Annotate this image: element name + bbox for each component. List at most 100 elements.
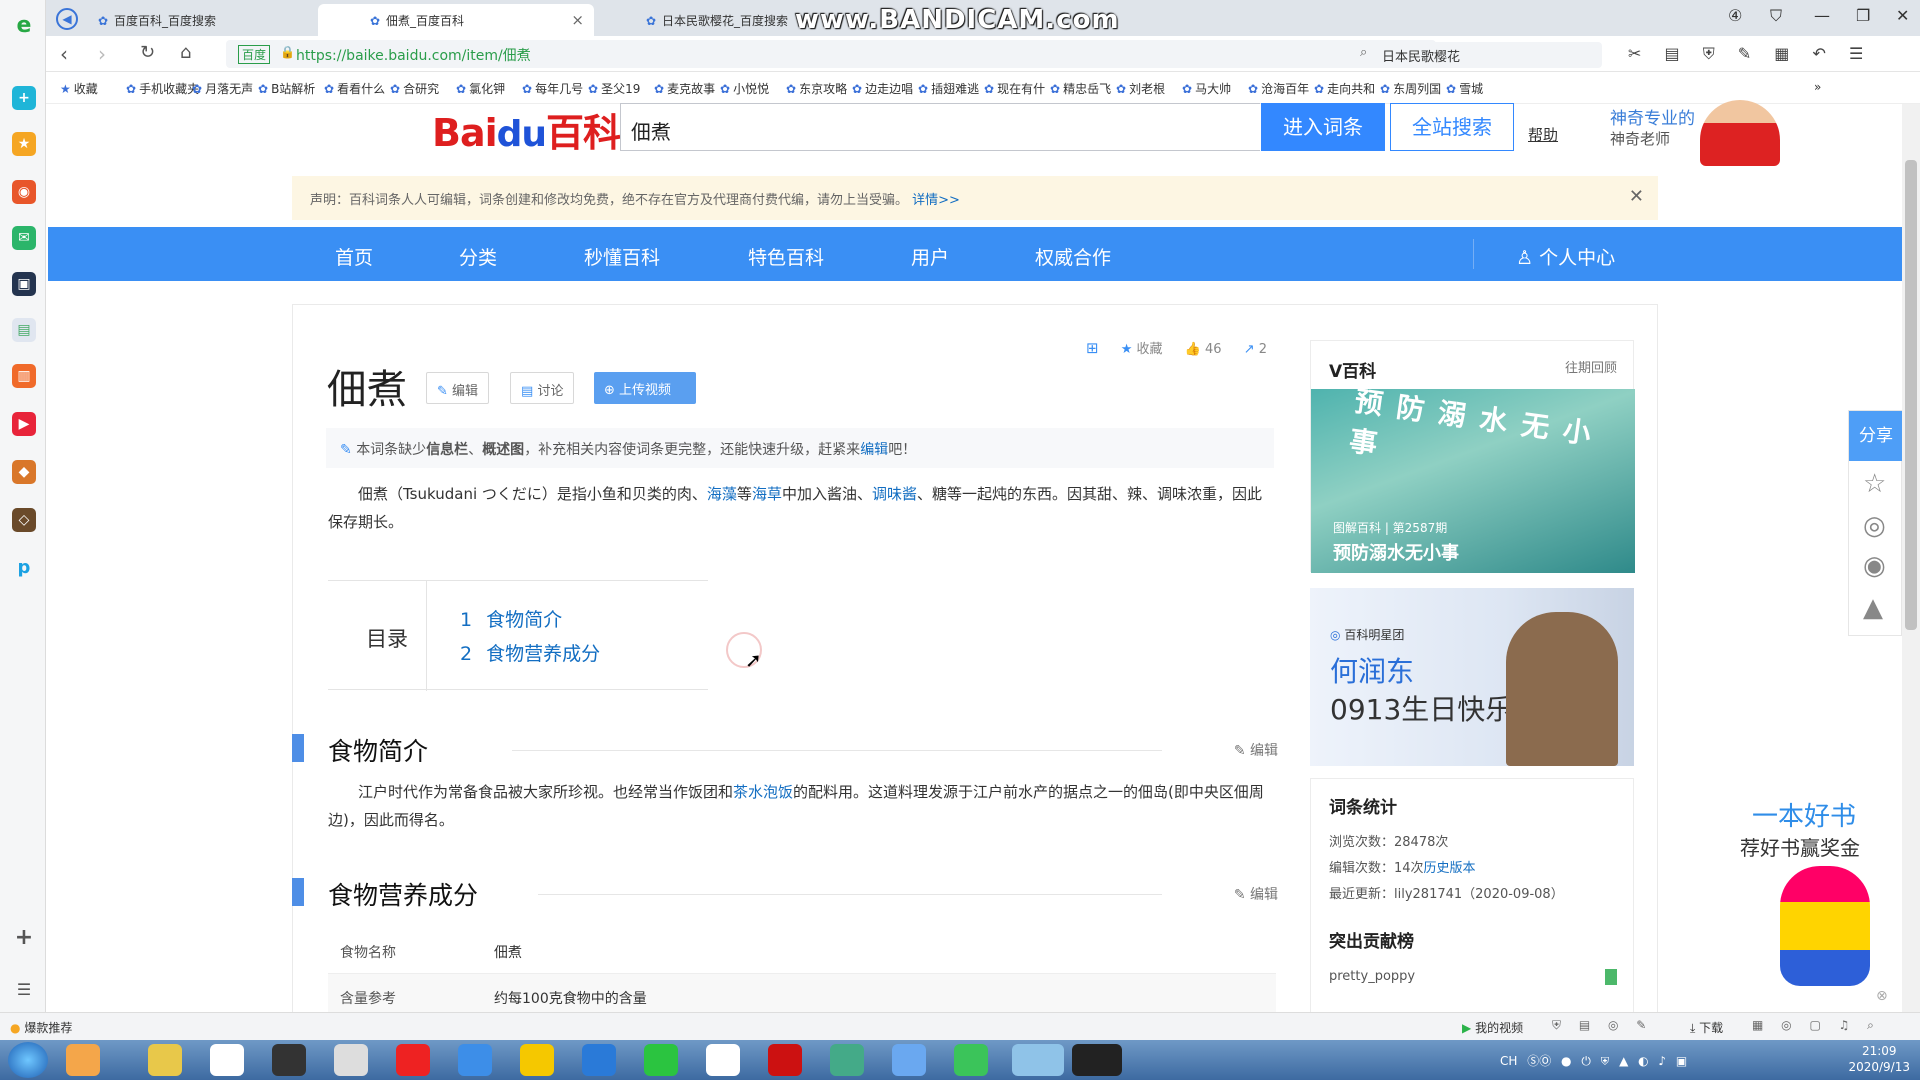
section-edit-button[interactable]: ✎ 编辑 [1234, 884, 1278, 904]
close-icon[interactable]: ✕ [1629, 186, 1644, 207]
player-icon[interactable] [520, 1044, 554, 1076]
share-toggle[interactable]: 分享 [1849, 411, 1903, 461]
file-explorer-icon[interactable] [148, 1044, 182, 1076]
enter-entry-button[interactable]: 进入词条 [1261, 103, 1385, 151]
forward-icon[interactable]: › [98, 42, 106, 66]
youku-icon[interactable] [706, 1044, 740, 1076]
contributor-link[interactable]: pretty_poppy [1329, 969, 1415, 984]
alien-icon[interactable] [334, 1044, 368, 1076]
collect-button[interactable]: ★ 收藏 [1121, 342, 1163, 357]
toc-item-intro[interactable]: 1 食物简介 [460, 605, 562, 632]
bookmark-item[interactable]: ✿ 手机收藏夹 [126, 80, 199, 97]
bandicam-icon[interactable] [1072, 1044, 1122, 1076]
refresh-icon[interactable]: ↻ [140, 42, 155, 63]
star-icon[interactable]: ☆ [1863, 469, 1886, 499]
system-tray-icons[interactable]: CH ⓈⓄ ● ⏻ ⛨ ▲ ◐ ♪ ▣ [1500, 1052, 1687, 1069]
link-sauce[interactable]: 调味酱 [872, 485, 917, 503]
netease-music-icon[interactable] [396, 1044, 430, 1076]
shirt-icon[interactable]: ⛉ [1770, 6, 1782, 26]
scrollbar-thumb[interactable] [1905, 160, 1917, 630]
notice-detail-link[interactable]: 详情>> [912, 193, 960, 208]
flash-icon[interactable] [768, 1044, 802, 1076]
bookmark-item[interactable]: ✿ 边走边唱 [852, 80, 913, 97]
promo-subline[interactable]: 神奇老师 [1610, 128, 1670, 149]
bookmark-item[interactable]: ✿ 马大帅 [1182, 80, 1231, 97]
back-icon[interactable]: ‹ [60, 42, 68, 66]
restore-icon[interactable]: ❐ [1856, 6, 1870, 25]
help-link[interactable]: 帮助 [1528, 124, 1558, 145]
mail-icon[interactable]: ✉ [12, 226, 36, 250]
bookmark-item[interactable]: ✿ 东周列国 [1380, 80, 1441, 97]
bookmark-item[interactable]: ✿ 看看什么 [324, 80, 385, 97]
browser-toolbar-icons[interactable]: ✂ ▤ ⛨ ✎ ▦ ↶ ☰ [1628, 44, 1863, 64]
game-icon[interactable]: ▣ [12, 272, 36, 296]
url-text[interactable]: https://baike.baidu.com/item/佃煮 [296, 45, 531, 65]
star-birthday-banner[interactable]: ◎ 百科明星团 何润东 0913生日快乐 [1310, 588, 1634, 766]
bookmark-item[interactable]: ✿ B站解析 [258, 80, 315, 97]
status-misc-icons[interactable]: ▦ ◎ ▢ ♫ ⌕ [1752, 1018, 1874, 1033]
novel-icon[interactable]: ▥ [12, 364, 36, 388]
nav-video-baike[interactable]: 秒懂百科 [584, 243, 660, 270]
close-icon[interactable]: × [571, 11, 584, 29]
close-window-icon[interactable]: ✕ [1896, 6, 1909, 25]
start-button[interactable] [8, 1042, 48, 1078]
nav-special[interactable]: 特色百科 [748, 243, 824, 270]
minimize-icon[interactable]: — [1814, 6, 1830, 25]
vbaike-image[interactable]: 预防溺水无小事 图解百科 | 第2587期 预防溺水无小事 [1311, 385, 1635, 573]
browser-logo-icon[interactable]: e [12, 14, 36, 38]
book-ad[interactable]: 一本好书 荐好书赢奖金 [1740, 796, 1890, 996]
toc-item-nutrition[interactable]: 2 食物营养成分 [460, 639, 600, 666]
ad-close-icon[interactable]: ⊗ [1876, 988, 1888, 1004]
nav-home[interactable]: 首页 [335, 243, 373, 270]
bookmark-item[interactable]: ✿ 精忠岳飞 [1050, 80, 1111, 97]
taskbar-app-icon[interactable] [66, 1044, 100, 1076]
share-button[interactable]: ↗ 2 [1244, 342, 1267, 357]
bookmark-item[interactable]: ✿ 麦克故事 [654, 80, 715, 97]
browser-taskbar-icon[interactable] [1012, 1044, 1064, 1076]
bookmark-item[interactable]: ✿ 东京攻略 [786, 80, 847, 97]
calendar-icon[interactable] [210, 1044, 244, 1076]
nav-cooperation[interactable]: 权威合作 [1035, 243, 1111, 270]
media-icon[interactable] [458, 1044, 492, 1076]
upload-video-button[interactable]: ⊕ 上传视频 [594, 372, 696, 404]
qq-icon[interactable]: ▲ [1863, 593, 1883, 623]
bookmark-item[interactable]: ✿ 雪城 [1446, 80, 1483, 97]
nav-users[interactable]: 用户 [911, 243, 949, 270]
missing-edit-link[interactable]: 编辑 [860, 442, 888, 458]
site-search-button[interactable]: 全站搜索 [1390, 103, 1514, 151]
tab-active[interactable]: ✿ 佃煮_百度百科 × [318, 4, 594, 36]
sidebar-app-icon[interactable]: + [12, 86, 36, 110]
tab-count-icon[interactable]: ④ [1728, 6, 1742, 25]
promo-person-image[interactable] [1700, 100, 1780, 166]
doc-icon[interactable]: ▤ [12, 318, 36, 342]
clock[interactable]: 21:09 2020/9/13 [1848, 1043, 1910, 1075]
section-edit-button[interactable]: ✎ 编辑 [1234, 740, 1278, 760]
video-icon[interactable]: ▶ [12, 412, 36, 436]
link-chazuke[interactable]: 茶水泡饭 [733, 783, 793, 801]
bookmark-item[interactable]: ★ 收藏 [60, 80, 98, 97]
bird-icon[interactable] [892, 1044, 926, 1076]
history-link[interactable]: 历史版本 [1424, 861, 1476, 876]
edit-button[interactable]: ✎ 编辑 [426, 372, 490, 404]
add-icon[interactable]: ⊞ [1086, 339, 1099, 357]
link-seaweed[interactable]: 海藻 [707, 485, 737, 503]
bookmark-item[interactable]: ✿ 圣父19 [588, 80, 640, 97]
bookmark-item[interactable]: ✿ 月落无声 [192, 80, 253, 97]
baike-search-input[interactable]: 佃煮 [620, 103, 1260, 151]
nav-category[interactable]: 分类 [459, 243, 497, 270]
my-video[interactable]: ▶ 我的视频 [1462, 1019, 1523, 1036]
bookmark-item[interactable]: ✿ 氯化钾 [456, 80, 505, 97]
iqiyi-icon[interactable] [644, 1044, 678, 1076]
music-icon[interactable] [272, 1044, 306, 1076]
download[interactable]: ⤓ 下载 [1690, 1019, 1723, 1036]
like-button[interactable]: 👍 46 [1185, 342, 1222, 357]
weibo-icon[interactable]: ◉ [12, 180, 36, 204]
chrome-icon[interactable] [830, 1044, 864, 1076]
bookmark-item[interactable]: ✿ 走向共和 [1314, 80, 1375, 97]
browser-search-input[interactable]: ⌕ 日本民歌樱花 [1352, 42, 1602, 68]
home-icon[interactable]: ⌂ [180, 42, 191, 63]
vbaike-archive-link[interactable]: 往期回顾 [1565, 357, 1617, 376]
address-bar[interactable]: 百度 🔒 https://baike.baidu.com/item/佃煮 ▦ ⚡… [226, 40, 1436, 68]
more-bookmarks-icon[interactable]: » [1814, 80, 1821, 94]
add-icon[interactable]: + [12, 926, 36, 950]
